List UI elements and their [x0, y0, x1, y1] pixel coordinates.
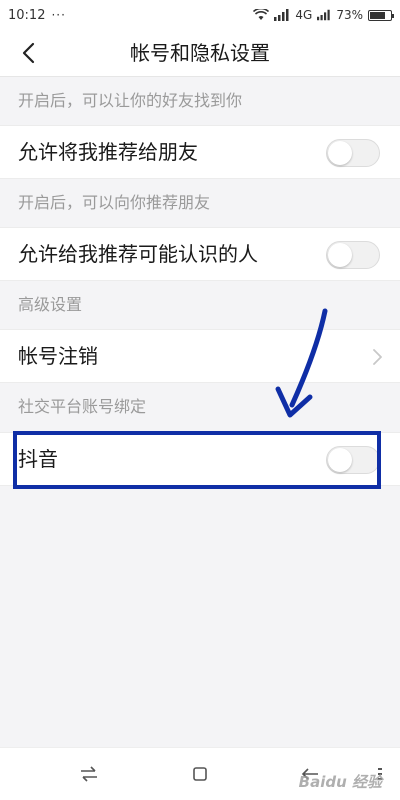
- recent-apps-button[interactable]: [188, 762, 212, 786]
- swap-icon: [81, 766, 97, 782]
- row-label: 抖音: [18, 447, 58, 471]
- status-time: 10:12: [8, 7, 46, 23]
- status-indicators: 4G 73%: [253, 0, 394, 30]
- signal-icon-2: [317, 9, 331, 21]
- back-button[interactable]: [14, 39, 42, 67]
- row-label: 允许将我推荐给朋友: [18, 140, 198, 164]
- menu-icon: [378, 768, 382, 780]
- battery-icon: [368, 9, 394, 21]
- row-label: 帐号注销: [18, 344, 98, 368]
- settings-row-recommend-me: 允许将我推荐给朋友: [0, 125, 400, 179]
- top-nav-bar: 帐号和隐私设置: [0, 30, 400, 77]
- battery-percent: 73%: [336, 8, 363, 22]
- toggle-recommend-me[interactable]: [326, 139, 380, 167]
- toggle-knob: [328, 448, 352, 472]
- menu-button[interactable]: [368, 762, 392, 786]
- section-header-advanced: 高级设置: [0, 281, 400, 329]
- section-header-social-binding: 社交平台账号绑定: [0, 383, 400, 431]
- back-icon: [301, 768, 318, 780]
- back-arrow-icon: [22, 42, 35, 64]
- section-header-find-me: 开启后，可以让你的好友找到你: [0, 77, 400, 125]
- system-nav-bar: Baidu 经验: [0, 747, 400, 800]
- toggle-recommend-people[interactable]: [326, 241, 380, 269]
- row-label: 允许给我推荐可能认识的人: [18, 242, 258, 266]
- network-type: 4G: [295, 8, 313, 22]
- section-header-recommend-friends: 开启后，可以向你推荐朋友: [0, 179, 400, 227]
- page-title: 帐号和隐私设置: [130, 41, 270, 65]
- swap-button[interactable]: [77, 762, 101, 786]
- settings-row-recommend-people: 允许给我推荐可能认识的人: [0, 227, 400, 281]
- notification-dots: ···: [51, 8, 66, 22]
- system-back-button[interactable]: [298, 762, 322, 786]
- wifi-icon: [253, 9, 270, 20]
- signal-icon: [274, 9, 289, 21]
- chevron-right-icon: [373, 349, 382, 365]
- recent-apps-icon: [193, 767, 207, 781]
- toggle-knob: [328, 243, 352, 267]
- toggle-douyin[interactable]: [326, 446, 380, 474]
- status-bar: 10:12 ··· 4G 73%: [0, 0, 400, 30]
- settings-row-account-cancel[interactable]: 帐号注销: [0, 329, 400, 383]
- toggle-knob: [328, 141, 352, 165]
- settings-row-douyin: 抖音: [0, 432, 400, 486]
